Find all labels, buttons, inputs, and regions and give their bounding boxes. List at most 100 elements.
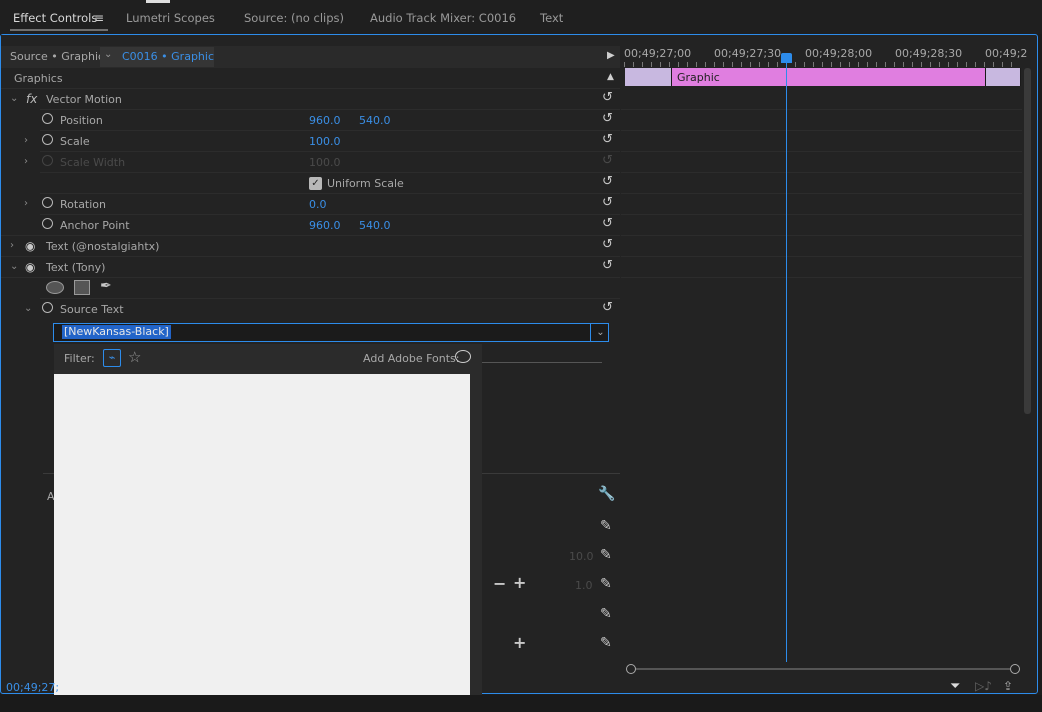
stopwatch-icon[interactable] bbox=[42, 113, 53, 124]
active-tab-underline bbox=[10, 29, 108, 31]
tab-lumetri-scopes[interactable]: Lumetri Scopes bbox=[126, 11, 215, 25]
rotation-value[interactable]: 0.0 bbox=[309, 198, 327, 211]
property-scale: Scale bbox=[60, 135, 90, 148]
layer-text-tony[interactable]: Text (Tony) bbox=[46, 261, 105, 274]
ruler-ticks[interactable] bbox=[624, 62, 1020, 67]
tab-text[interactable]: Text bbox=[540, 11, 563, 25]
current-timecode[interactable]: 00;49;27; bbox=[6, 681, 59, 694]
chevron-down-icon[interactable]: ⌄ bbox=[24, 303, 32, 314]
scale-width-value: 100.0 bbox=[309, 156, 341, 169]
creative-cloud-icon[interactable] bbox=[455, 350, 471, 363]
filter-label: Filter: bbox=[64, 352, 95, 365]
timeline-horizontal-scrollbar[interactable] bbox=[636, 668, 1010, 670]
eyedropper-icon[interactable]: ✎ bbox=[600, 547, 612, 563]
ellipse-mask-icon[interactable] bbox=[46, 281, 64, 294]
timecode-tick: 00;49;27;30 bbox=[714, 47, 782, 60]
font-list-scrollbar[interactable] bbox=[470, 374, 482, 712]
stopwatch-icon[interactable] bbox=[42, 197, 53, 208]
clip-label: Graphic bbox=[677, 71, 720, 84]
reset-icon[interactable]: ↺ bbox=[602, 238, 616, 251]
playhead-line[interactable] bbox=[786, 58, 787, 662]
position-x-value[interactable]: 960.0 bbox=[309, 114, 341, 127]
chevron-right-icon[interactable]: › bbox=[24, 156, 28, 167]
timeline-vertical-scrollbar[interactable] bbox=[1024, 68, 1031, 414]
tab-effect-controls[interactable]: Effect Controls bbox=[13, 11, 97, 25]
position-y-value[interactable]: 540.0 bbox=[359, 114, 391, 127]
chevron-down-icon[interactable]: ⌄ bbox=[590, 324, 610, 341]
uniform-scale-label: Uniform Scale bbox=[327, 177, 404, 190]
property-anchor-point: Anchor Point bbox=[60, 219, 130, 232]
stopwatch-icon[interactable] bbox=[42, 302, 53, 313]
timecode-tick: 00;49;27;00 bbox=[624, 47, 692, 60]
reset-icon[interactable]: ↺ bbox=[602, 301, 616, 314]
sequence-clip-label[interactable]: C0016 • Graphic bbox=[122, 50, 214, 63]
panel-menu-icon[interactable]: ≡ bbox=[94, 11, 104, 25]
reset-icon[interactable]: ↺ bbox=[602, 259, 616, 272]
value-10[interactable]: 10.0 bbox=[569, 550, 594, 563]
uniform-scale-checkbox[interactable]: ✓ bbox=[309, 177, 322, 190]
chevron-right-icon[interactable]: › bbox=[24, 135, 28, 146]
reset-icon[interactable]: ↺ bbox=[602, 91, 616, 104]
effect-vector-motion: Vector Motion bbox=[46, 93, 122, 106]
chevron-right-icon[interactable]: › bbox=[10, 240, 14, 251]
zoom-handle-right[interactable] bbox=[1010, 664, 1020, 674]
chevron-down-icon[interactable]: ⌄ bbox=[10, 261, 18, 272]
pen-mask-icon[interactable]: ✒ bbox=[100, 278, 112, 294]
zoom-handle-left[interactable] bbox=[626, 664, 636, 674]
property-source-text: Source Text bbox=[60, 303, 124, 316]
clip-transition-right[interactable] bbox=[986, 68, 1020, 86]
clip-transition-left[interactable] bbox=[625, 68, 671, 86]
reset-icon[interactable]: ↺ bbox=[602, 217, 616, 230]
reset-icon[interactable]: ↺ bbox=[602, 175, 616, 188]
eyedropper-icon[interactable]: ✎ bbox=[600, 606, 612, 622]
eyedropper-icon[interactable]: ✎ bbox=[600, 518, 612, 534]
eye-icon[interactable]: ◉ bbox=[25, 260, 35, 274]
timecode-tick: 00;49;2 bbox=[985, 47, 1028, 60]
eyedropper-icon[interactable]: ✎ bbox=[600, 635, 612, 651]
timecode-tick: 00;49;28;00 bbox=[805, 47, 873, 60]
reset-icon[interactable]: ↺ bbox=[602, 133, 616, 146]
layer-text-nostalgiahtx[interactable]: Text (@nostalgiahtx) bbox=[46, 240, 159, 253]
timecode-tick: 00;49;28;30 bbox=[895, 47, 963, 60]
font-list[interactable] bbox=[54, 374, 470, 712]
font-field-value[interactable]: [NewKansas-Black] bbox=[62, 325, 171, 339]
anchor-x-value[interactable]: 960.0 bbox=[309, 219, 341, 232]
property-rotation: Rotation bbox=[60, 198, 107, 211]
minus-icon[interactable]: − bbox=[493, 574, 506, 593]
tab-audio-track-mixer[interactable]: Audio Track Mixer: C0016 bbox=[370, 11, 516, 25]
cloud-filter-icon[interactable]: ⌁ bbox=[103, 349, 121, 367]
section-graphics: Graphics bbox=[14, 72, 63, 85]
reset-icon: ↺ bbox=[602, 153, 613, 168]
reset-icon[interactable]: ↺ bbox=[602, 196, 616, 209]
playhead-handle[interactable] bbox=[781, 53, 792, 63]
add-adobe-fonts-label: Add Adobe Fonts: bbox=[363, 352, 460, 365]
eye-icon[interactable]: ◉ bbox=[25, 239, 35, 253]
stopwatch-icon bbox=[42, 155, 53, 166]
rectangle-mask-icon[interactable] bbox=[74, 280, 90, 295]
chevron-down-icon[interactable]: ⌄ bbox=[10, 93, 18, 104]
reset-icon[interactable]: ↺ bbox=[602, 112, 616, 125]
filter-icon[interactable]: ⏷ bbox=[950, 679, 960, 694]
value-1[interactable]: 1.0 bbox=[575, 579, 593, 592]
scale-value[interactable]: 100.0 bbox=[309, 135, 341, 148]
property-scale-width: Scale Width bbox=[60, 156, 126, 169]
star-icon[interactable]: ☆ bbox=[128, 348, 141, 366]
eyedropper-icon[interactable]: ✎ bbox=[600, 576, 612, 592]
export-icon[interactable]: ⇪ bbox=[1003, 679, 1013, 693]
tab-source[interactable]: Source: (no clips) bbox=[244, 11, 344, 25]
fx-icon[interactable]: fx bbox=[26, 92, 37, 106]
anchor-y-value[interactable]: 540.0 bbox=[359, 219, 391, 232]
chevron-down-icon[interactable]: ⌄ bbox=[104, 49, 112, 60]
source-clip-label[interactable]: Source • Graphic bbox=[10, 50, 104, 63]
plus-icon[interactable]: + bbox=[513, 633, 526, 652]
audio-playback-icon: ▷♪ bbox=[975, 679, 992, 693]
wrench-icon[interactable]: 🔧 bbox=[598, 486, 615, 502]
plus-icon[interactable]: + bbox=[513, 573, 526, 592]
property-position: Position bbox=[60, 114, 103, 127]
stopwatch-icon[interactable] bbox=[42, 218, 53, 229]
chevron-right-icon[interactable]: › bbox=[24, 198, 28, 209]
stopwatch-icon[interactable] bbox=[42, 134, 53, 145]
tab-indicator bbox=[146, 0, 170, 3]
collapse-arrow-icon[interactable]: ▲ bbox=[607, 72, 614, 82]
play-arrow-icon[interactable]: ▶ bbox=[607, 50, 615, 61]
